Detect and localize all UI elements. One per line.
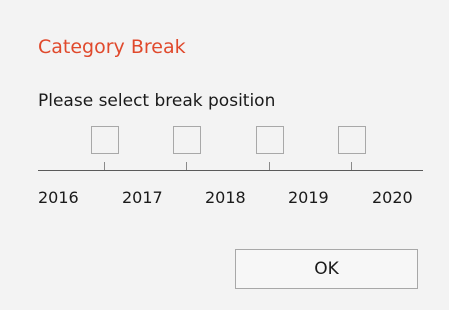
- category-break-dialog: Category Break Please select break posit…: [0, 0, 449, 310]
- dialog-title: Category Break: [38, 36, 186, 58]
- axis-tick: [269, 162, 270, 170]
- year-label: 2017: [122, 188, 163, 207]
- year-label: 2016: [38, 188, 79, 207]
- break-checkbox-2[interactable]: [173, 126, 201, 154]
- break-checkbox-3[interactable]: [256, 126, 284, 154]
- year-label: 2020: [372, 188, 413, 207]
- break-checkbox-4[interactable]: [338, 126, 366, 154]
- break-position-prompt: Please select break position: [38, 91, 276, 111]
- axis-tick: [104, 162, 105, 170]
- axis-tick: [351, 162, 352, 170]
- ok-button[interactable]: OK: [235, 249, 418, 289]
- year-label: 2018: [205, 188, 246, 207]
- axis-line: [38, 170, 423, 171]
- year-label: 2019: [288, 188, 329, 207]
- break-checkbox-1[interactable]: [91, 126, 119, 154]
- axis-tick: [186, 162, 187, 170]
